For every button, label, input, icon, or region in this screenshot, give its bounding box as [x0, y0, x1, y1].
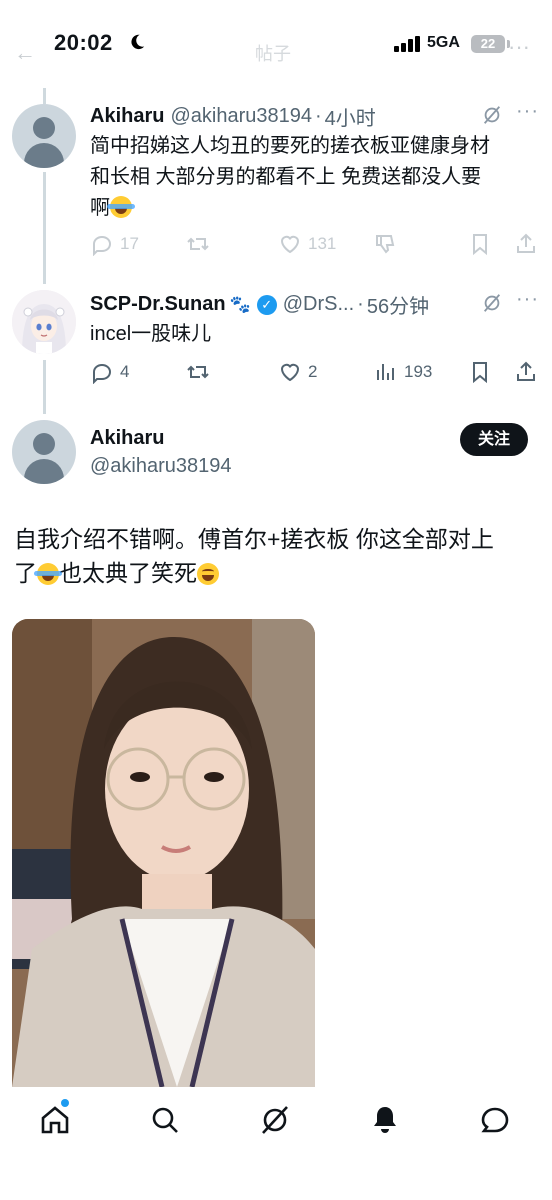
bookmark-button[interactable] [468, 232, 492, 256]
bottom-navigation [0, 1087, 552, 1200]
battery-icon: 22 [471, 35, 505, 53]
back-arrow-icon[interactable]: ← [14, 40, 36, 66]
nav-search[interactable] [148, 1103, 182, 1137]
status-bar: 20:02 5GA 22 ← 帖子 ··· [0, 0, 552, 90]
tweet-header: Akiharu @akiharu38194 · 4小时 [90, 102, 376, 131]
tweet-text-line: 自我介绍不错啊。傅首尔+搓衣板 你这全部对上 [14, 526, 494, 552]
author-name[interactable]: Akiharu [90, 105, 164, 128]
thumbs-down-icon [376, 235, 395, 254]
views-icon [377, 364, 394, 380]
paw-emoji: 🐾 [229, 294, 251, 314]
heart-icon [280, 363, 300, 382]
tweet-header: SCP-Dr.Sunan 🐾 ✓ @DrS... · 56分钟 [90, 290, 429, 319]
share-icon [517, 233, 535, 253]
separator-dot: · [357, 293, 364, 315]
moon-icon [131, 34, 145, 50]
like-count: 131 [308, 234, 337, 253]
share-button[interactable] [514, 360, 538, 384]
tears-of-joy-emoji [34, 563, 62, 585]
nav-messages[interactable] [478, 1103, 512, 1137]
header-title: 帖子 [255, 44, 291, 64]
like-count: 2 [308, 362, 318, 381]
bookmark-button[interactable] [468, 360, 492, 384]
reply-count: 4 [120, 362, 130, 381]
grok-icon[interactable] [481, 104, 503, 126]
avatar[interactable] [12, 420, 76, 484]
grok-icon[interactable] [481, 292, 503, 314]
share-icon [517, 361, 535, 381]
author-handle[interactable]: @DrS... [283, 293, 354, 316]
views-button[interactable]: 193 [374, 360, 432, 384]
more-icon[interactable]: ··· [508, 34, 530, 60]
like-button[interactable]: 131 [278, 232, 336, 256]
more-options-icon[interactable]: ··· [516, 100, 539, 123]
tweet-text-line: 和长相 大部分男的都看不上 免费送都没人要 [90, 166, 482, 188]
signal-icon [394, 36, 420, 52]
heart-icon [280, 235, 300, 254]
follow-button[interactable]: 关注 [460, 423, 528, 456]
reply-button[interactable]: 4 [90, 360, 129, 384]
search-icon [152, 1107, 178, 1133]
author-handle[interactable]: @akiharu38194 [90, 455, 232, 478]
tweet-text-line: 了也太典了笑死 [14, 556, 540, 590]
tweet-actions: 17 131 [90, 232, 540, 258]
notification-dot [61, 1099, 69, 1107]
reply-count: 17 [120, 234, 139, 253]
thread-line [43, 172, 46, 284]
tweet-text: 简中招娣这人均丑的要死的搓衣板亚健康身材 和长相 大部分男的都看不上 免费送都没… [90, 131, 540, 224]
status-time: 20:02 [54, 30, 113, 55]
tweet-actions: 4 2 193 [90, 360, 540, 386]
reply-icon [93, 363, 112, 384]
grinning-emoji [197, 563, 219, 585]
tears-of-joy-emoji [107, 196, 135, 218]
grok-icon [262, 1106, 288, 1134]
avatar[interactable] [12, 104, 76, 168]
timestamp[interactable]: 56分钟 [367, 290, 429, 319]
dislike-button[interactable] [374, 232, 398, 256]
timestamp[interactable]: 4小时 [325, 102, 376, 131]
thread-line [43, 88, 46, 104]
bell-icon [374, 1107, 396, 1133]
tweet-text: incel一股味儿 [90, 323, 212, 345]
retweet-icon [187, 365, 209, 379]
retweet-button[interactable] [186, 360, 210, 384]
separator-dot: · [314, 105, 322, 127]
network-type: 5GA [427, 34, 460, 51]
tweet-text-line: 啊 [90, 193, 540, 224]
bookmark-icon [473, 234, 487, 256]
avatar[interactable] [12, 290, 76, 354]
tweet-photo[interactable] [12, 619, 315, 1087]
nav-notifications[interactable] [368, 1103, 402, 1137]
home-icon [41, 1106, 69, 1134]
thread-line [43, 360, 46, 414]
reply-button[interactable]: 17 [90, 232, 139, 256]
message-icon [481, 1107, 509, 1133]
author-name[interactable]: Akiharu [90, 427, 164, 450]
reply-icon [93, 235, 112, 256]
nav-home[interactable] [38, 1103, 72, 1137]
bookmark-icon [473, 362, 487, 384]
tweet-text: 自我介绍不错啊。傅首尔+搓衣板 你这全部对上 了也太典了笑死 [14, 522, 540, 590]
verified-badge-icon: ✓ [256, 294, 277, 315]
nav-grok[interactable] [258, 1103, 292, 1137]
like-button[interactable]: 2 [278, 360, 317, 384]
more-options-icon[interactable]: ··· [516, 288, 539, 311]
author-name[interactable]: SCP-Dr.Sunan [90, 293, 226, 316]
retweet-icon [187, 237, 209, 251]
view-count: 193 [404, 362, 433, 381]
author-handle[interactable]: @akiharu38194 [170, 105, 312, 128]
share-button[interactable] [514, 232, 538, 256]
tweet-text-line: 简中招娣这人均丑的要死的搓衣板亚健康身材 [90, 135, 490, 157]
retweet-button[interactable] [186, 232, 210, 256]
